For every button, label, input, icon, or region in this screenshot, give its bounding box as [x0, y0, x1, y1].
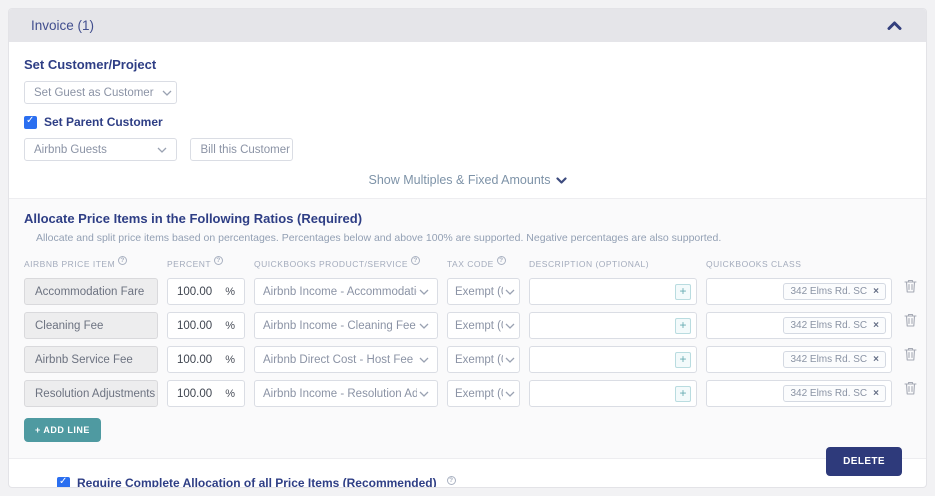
- col-header-tax-code: TAX CODE ?: [447, 256, 520, 271]
- remove-tag-icon[interactable]: ×: [873, 286, 879, 297]
- add-description-button[interactable]: +: [675, 317, 691, 334]
- help-icon[interactable]: ?: [446, 475, 456, 485]
- allocation-note: Allocate and split price items based on …: [36, 232, 722, 244]
- chevron-down-icon: [505, 289, 515, 295]
- tax-code-select[interactable]: Exempt (0%: [447, 346, 520, 373]
- percent-suffix: %: [225, 353, 235, 366]
- chevron-down-icon: [157, 147, 167, 153]
- tax-code-select[interactable]: Exempt (0%: [447, 312, 520, 339]
- set-parent-customer-checkbox[interactable]: [24, 115, 37, 129]
- col-header-airbnb-price-item: AIRBNB PRICE ITEM ?: [24, 256, 158, 271]
- percent-input[interactable]: [177, 319, 219, 332]
- class-tag: 342 Elms Rd. SC ×: [783, 351, 886, 368]
- require-allocation-label: Require Complete Allocation of all Price…: [77, 476, 437, 488]
- chevron-down-icon: [505, 357, 515, 363]
- add-description-button[interactable]: +: [675, 385, 691, 402]
- remove-tag-icon[interactable]: ×: [873, 354, 879, 365]
- require-allocation-checkbox[interactable]: [57, 476, 70, 487]
- parent-customer-value: Airbnb Guests: [34, 143, 107, 156]
- col-header-quickbooks-class: QUICKBOOKS CLASS: [706, 259, 802, 269]
- price-item-field: Accommodation Fare: [24, 278, 158, 305]
- quickbooks-class-field[interactable]: 342 Elms Rd. SC ×: [706, 380, 892, 407]
- bill-customer-select[interactable]: Bill this Customer: [190, 138, 294, 161]
- class-tag-label: 342 Elms Rd. SC: [790, 320, 868, 331]
- allocation-table: AIRBNB PRICE ITEM ? PERCENT ? QUICKBOOKS…: [24, 256, 917, 407]
- remove-tag-icon[interactable]: ×: [873, 320, 879, 331]
- quickbooks-class-field[interactable]: 342 Elms Rd. SC ×: [706, 312, 892, 339]
- chevron-down-icon: [555, 176, 567, 184]
- class-tag: 342 Elms Rd. SC ×: [783, 385, 886, 402]
- percent-input-wrap: %: [167, 312, 245, 339]
- percent-input-wrap: %: [167, 346, 245, 373]
- allocation-section: Allocate Price Items in the Following Ra…: [9, 198, 926, 459]
- collapse-chevron-up-icon[interactable]: [887, 21, 902, 30]
- help-icon[interactable]: ?: [411, 256, 421, 265]
- quickbooks-class-field[interactable]: 342 Elms Rd. SC ×: [706, 346, 892, 373]
- product-service-select[interactable]: Airbnb Income - Resolution Adjustment: [254, 380, 438, 407]
- percent-suffix: %: [225, 319, 235, 332]
- tax-code-select[interactable]: Exempt (0%: [447, 380, 520, 407]
- delete-row-icon[interactable]: [901, 312, 919, 339]
- class-tag-label: 342 Elms Rd. SC: [790, 354, 868, 365]
- chevron-down-icon: [505, 323, 515, 329]
- class-tag-label: 342 Elms Rd. SC: [790, 388, 868, 399]
- panel-header[interactable]: Invoice (1): [9, 9, 926, 42]
- remove-tag-icon[interactable]: ×: [873, 388, 879, 399]
- chevron-down-icon: [419, 391, 429, 397]
- delete-row-icon[interactable]: [901, 278, 919, 305]
- delete-row-icon[interactable]: [901, 346, 919, 373]
- col-header-actions: [901, 264, 919, 266]
- price-item-field: Airbnb Service Fee: [24, 346, 158, 373]
- col-header-quickbooks-product: QUICKBOOKS PRODUCT/SERVICE ?: [254, 256, 438, 271]
- add-description-button[interactable]: +: [675, 283, 691, 300]
- customer-section-heading: Set Customer/Project: [24, 57, 157, 72]
- show-multiples-link[interactable]: Show Multiples & Fixed Amounts: [24, 173, 911, 187]
- description-input[interactable]: +: [529, 380, 697, 407]
- tax-code-select[interactable]: Exempt (0%: [447, 278, 520, 305]
- product-service-select[interactable]: Airbnb Income - Cleaning Fee: [254, 312, 438, 339]
- chevron-down-icon: [419, 357, 429, 363]
- panel-title: Invoice (1): [31, 18, 95, 33]
- chevron-down-icon: [505, 391, 515, 397]
- col-header-description: DESCRIPTION (OPTIONAL): [529, 259, 650, 269]
- chevron-down-icon: [162, 90, 172, 96]
- bill-customer-value: Bill this Customer: [200, 143, 290, 156]
- description-input[interactable]: +: [529, 312, 697, 339]
- class-tag: 342 Elms Rd. SC ×: [783, 283, 886, 300]
- add-description-button[interactable]: +: [675, 351, 691, 368]
- guest-as-customer-value: Set Guest as Customer: [34, 86, 154, 99]
- delete-row-icon[interactable]: [901, 380, 919, 407]
- percent-input[interactable]: [177, 285, 219, 298]
- class-tag-label: 342 Elms Rd. SC: [790, 286, 868, 297]
- percent-input-wrap: %: [167, 278, 245, 305]
- percent-suffix: %: [225, 285, 235, 298]
- show-multiples-label: Show Multiples & Fixed Amounts: [368, 173, 551, 187]
- description-input[interactable]: +: [529, 346, 697, 373]
- help-icon[interactable]: ?: [118, 256, 128, 265]
- product-service-select[interactable]: Airbnb Income - Accommodation Fare: [254, 278, 438, 305]
- allocation-heading: Allocate Price Items in the Following Ra…: [24, 211, 363, 226]
- set-parent-customer-label: Set Parent Customer: [44, 115, 163, 129]
- add-line-button[interactable]: + ADD LINE: [24, 418, 101, 442]
- parent-customer-select[interactable]: Airbnb Guests: [24, 138, 177, 161]
- chevron-down-icon: [419, 289, 429, 295]
- product-service-select[interactable]: Airbnb Direct Cost - Host Fee: [254, 346, 438, 373]
- guest-as-customer-select[interactable]: Set Guest as Customer: [24, 81, 177, 104]
- percent-suffix: %: [225, 387, 235, 400]
- help-icon[interactable]: ?: [496, 256, 506, 265]
- description-input[interactable]: +: [529, 278, 697, 305]
- percent-input[interactable]: [177, 387, 219, 400]
- col-header-percent: PERCENT ?: [167, 256, 245, 271]
- percent-input[interactable]: [177, 353, 219, 366]
- invoice-panel: Invoice (1) Set Customer/Project Set Gue…: [8, 8, 927, 488]
- class-tag: 342 Elms Rd. SC ×: [783, 317, 886, 334]
- chevron-down-icon: [419, 323, 429, 329]
- delete-button[interactable]: DELETE: [826, 447, 902, 476]
- price-item-field: Cleaning Fee: [24, 312, 158, 339]
- help-icon[interactable]: ?: [214, 256, 224, 265]
- price-item-field: Resolution Adjustments: [24, 380, 158, 407]
- percent-input-wrap: %: [167, 380, 245, 407]
- quickbooks-class-field[interactable]: 342 Elms Rd. SC ×: [706, 278, 892, 305]
